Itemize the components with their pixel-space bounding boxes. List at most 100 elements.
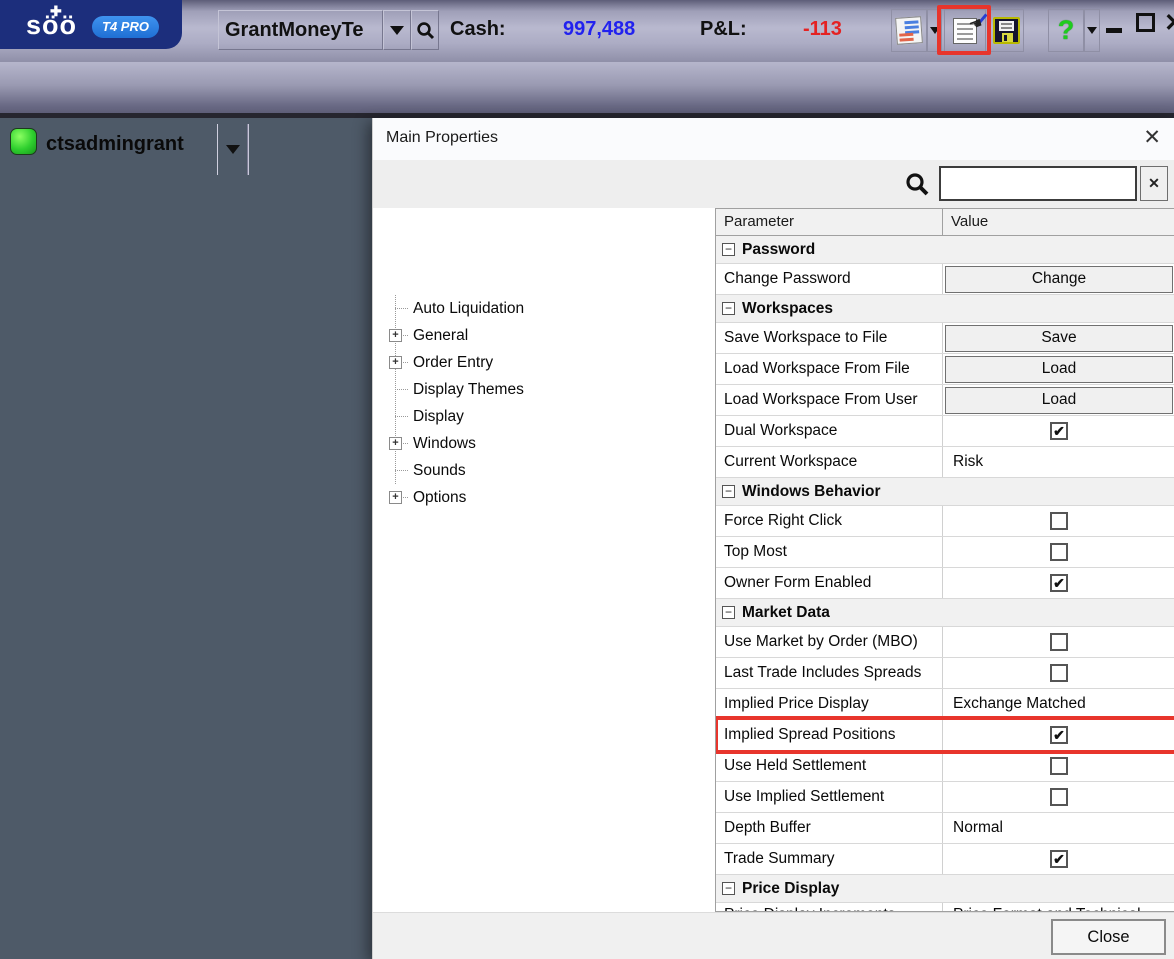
- parameter-name: Load Workspace From File: [716, 354, 943, 384]
- app-logo: söö: [26, 10, 78, 40]
- toolbar-divider: [248, 124, 249, 175]
- table-header: Parameter Value: [716, 209, 1174, 236]
- parameter-name: Load Workspace From User: [716, 385, 943, 415]
- checkbox-unchecked[interactable]: [1050, 512, 1068, 530]
- column-header-parameter: Parameter: [716, 209, 943, 235]
- account-selector[interactable]: GrantMoneyTe: [218, 10, 383, 50]
- collapse-icon[interactable]: −: [722, 882, 735, 895]
- value-cell: ✔: [943, 720, 1174, 750]
- parameter-name: Owner Form Enabled: [716, 568, 943, 598]
- table-row-last-trade-includes-spreads: Last Trade Includes Spreads: [716, 658, 1174, 689]
- table-row-implied-price-display: Implied Price Display Exchange Matched: [716, 689, 1174, 720]
- value-cell: Save: [943, 323, 1174, 353]
- tree-item-label: Auto Liquidation: [413, 299, 525, 317]
- tree-item-label: Order Entry: [413, 353, 494, 371]
- dialog-close-icon[interactable]: ✕: [1143, 125, 1161, 150]
- reports-button[interactable]: [891, 9, 927, 52]
- tree-item-label: Display Themes: [413, 380, 524, 398]
- save-icon: [992, 17, 1020, 44]
- search-icon: [416, 21, 434, 39]
- table-row-save-workspace-to-file: Save Workspace to File Save: [716, 323, 1174, 354]
- account-status-bar: ctsadmingrant: [0, 62, 1174, 175]
- value-text[interactable]: Price Format and Technical: [943, 903, 1174, 911]
- table-row-depth-buffer: Depth Buffer Normal: [716, 813, 1174, 844]
- user-dropdown-button[interactable]: [217, 124, 248, 175]
- connection-status-led: [10, 128, 37, 155]
- value-text[interactable]: Risk: [943, 447, 1174, 477]
- dialog-search-row: ✕: [373, 160, 1174, 208]
- collapse-icon[interactable]: −: [722, 302, 735, 315]
- checkbox-unchecked[interactable]: [1050, 757, 1068, 775]
- load-button[interactable]: Load: [945, 355, 1173, 383]
- checkbox-unchecked[interactable]: [1050, 543, 1068, 561]
- maximize-button[interactable]: [1136, 13, 1155, 32]
- column-header-value: Value: [951, 213, 989, 230]
- checkbox-unchecked[interactable]: [1050, 633, 1068, 651]
- collapse-icon[interactable]: −: [722, 606, 735, 619]
- search-clear-button[interactable]: ✕: [1140, 166, 1168, 201]
- settings-tree: Auto Liquidation + General + Order Entry Disp…: [373, 208, 715, 912]
- value-cell: ✔: [943, 416, 1174, 446]
- checkbox-checked[interactable]: ✔: [1050, 574, 1068, 592]
- cash-value: 997,488: [563, 18, 636, 40]
- value-cell: [943, 658, 1174, 688]
- parameter-name: Use Market by Order (MBO): [716, 627, 943, 657]
- checkbox-checked[interactable]: ✔: [1050, 422, 1068, 440]
- value-cell: ✔: [943, 568, 1174, 598]
- table-row-load-workspace-from-file: Load Workspace From File Load: [716, 354, 1174, 385]
- window-close-button[interactable]: ✕: [1164, 8, 1174, 38]
- tree-item-label: Display: [413, 407, 464, 425]
- section-label: Windows Behavior: [742, 482, 881, 500]
- help-button[interactable]: ?: [1048, 9, 1084, 52]
- search-input[interactable]: [939, 166, 1137, 201]
- value-cell: ✔: [943, 844, 1174, 874]
- tree-expand-icon[interactable]: +: [389, 356, 402, 369]
- table-row-owner-form-enabled: Owner Form Enabled ✔: [716, 568, 1174, 599]
- help-dropdown-button[interactable]: [1084, 9, 1100, 52]
- checkbox-unchecked[interactable]: [1050, 664, 1068, 682]
- close-button[interactable]: Close: [1051, 919, 1166, 955]
- account-selector-value: GrantMoneyTe: [225, 18, 364, 41]
- table-row-current-workspace: Current Workspace Risk: [716, 447, 1174, 478]
- dialog-titlebar[interactable]: Main Properties ✕: [373, 118, 1174, 160]
- account-search-button[interactable]: [411, 10, 439, 50]
- collapse-icon[interactable]: −: [722, 243, 735, 256]
- table-row-change-password: Change Password Change: [716, 264, 1174, 295]
- chevron-down-icon: [225, 145, 240, 154]
- checkbox-unchecked[interactable]: [1050, 788, 1068, 806]
- value-text[interactable]: Exchange Matched: [943, 689, 1174, 719]
- pnl-label: P&L:: [700, 18, 747, 40]
- tree-expand-icon[interactable]: +: [389, 491, 402, 504]
- value-text[interactable]: Normal: [943, 813, 1174, 843]
- parameter-name: Change Password: [716, 264, 943, 294]
- section-row-market-data: − Market Data: [716, 599, 1174, 627]
- help-icon: ?: [1057, 15, 1075, 45]
- tree-branch-line: [395, 416, 408, 417]
- checkbox-checked[interactable]: ✔: [1050, 726, 1068, 744]
- checkbox-checked[interactable]: ✔: [1050, 850, 1068, 868]
- account-dropdown-button[interactable]: [383, 10, 411, 50]
- minimize-button[interactable]: [1106, 28, 1122, 33]
- chevron-down-icon: [1087, 27, 1097, 34]
- report-icon: [895, 16, 923, 45]
- save-button[interactable]: Save: [945, 324, 1173, 352]
- value-cell: [943, 627, 1174, 657]
- save-workspace-button[interactable]: [988, 9, 1024, 52]
- username-label: ctsadmingrant: [46, 133, 184, 155]
- load-button[interactable]: Load: [945, 386, 1173, 414]
- value-cell: Load: [943, 354, 1174, 384]
- parameter-name: Current Workspace: [716, 447, 943, 477]
- change-button[interactable]: Change: [945, 265, 1173, 293]
- parameter-name: Last Trade Includes Spreads: [716, 658, 943, 688]
- collapse-icon[interactable]: −: [722, 485, 735, 498]
- tree-expand-icon[interactable]: +: [389, 329, 402, 342]
- tree-item-label: Options: [413, 488, 467, 506]
- app-logo-panel: ✚ söö T4 PRO: [0, 0, 182, 49]
- table-row-dual-workspace: Dual Workspace ✔: [716, 416, 1174, 447]
- annotation-highlight-properties-button: [937, 5, 991, 55]
- tree-branch-line: [395, 470, 408, 471]
- section-label: Workspaces: [742, 299, 834, 317]
- tree-expand-icon[interactable]: +: [389, 437, 402, 450]
- dialog-title: Main Properties: [386, 129, 499, 146]
- main-toolbar: ✚ söö T4 PRO GrantMoneyTe Cash: 997,488 …: [0, 0, 1174, 62]
